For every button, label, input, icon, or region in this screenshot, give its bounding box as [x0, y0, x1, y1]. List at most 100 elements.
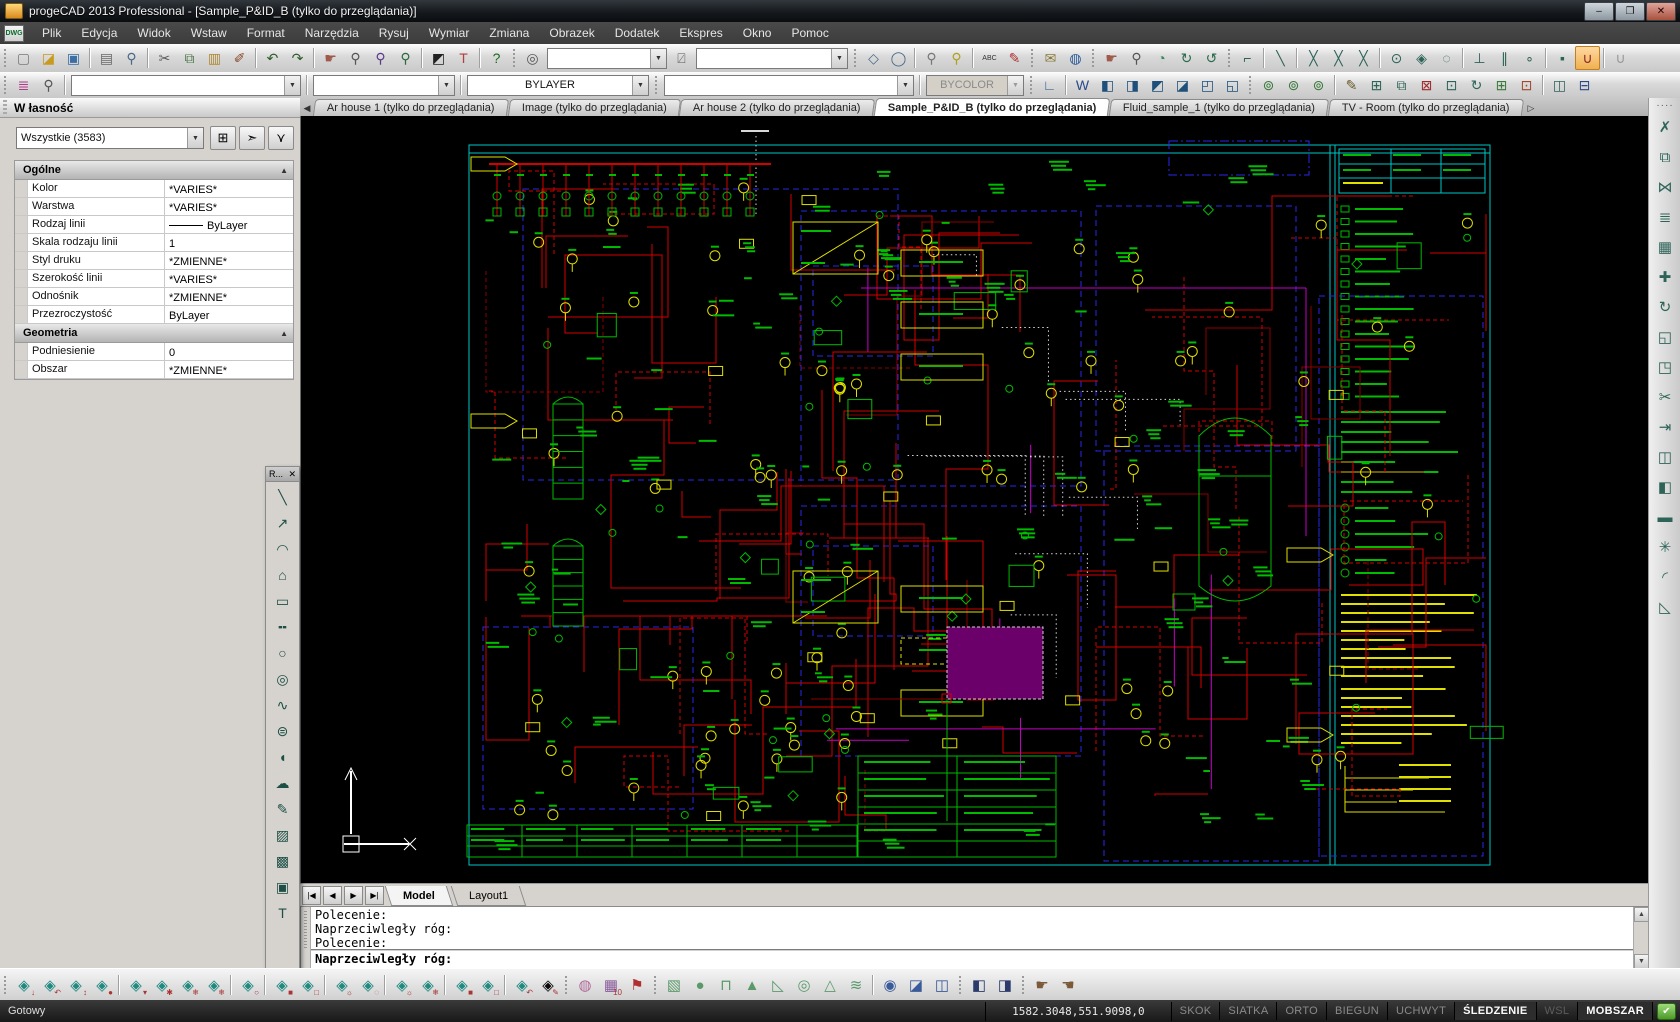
maximize-button[interactable]: ❐ — [1615, 2, 1645, 21]
osnap-quadrant-icon[interactable]: ◈ — [1409, 46, 1434, 70]
doc-tab[interactable]: TV - Room (tylko do przeglądania) — [1328, 99, 1524, 116]
view-bottom-icon[interactable]: ◱ — [1220, 73, 1245, 97]
view-se-iso-icon[interactable]: ◨ — [1120, 73, 1145, 97]
zoom2-icon[interactable]: ⚲ — [1124, 46, 1149, 70]
command-input[interactable]: Naprzeciwległy róg: — [311, 951, 1633, 969]
draw-ellipse-icon[interactable]: ⊜ — [266, 718, 299, 744]
etransmit-icon[interactable]: ✉ — [1038, 46, 1063, 70]
pan-icon[interactable]: ☛ — [318, 46, 343, 70]
osnap-parallel-icon[interactable]: ∥ — [1492, 46, 1517, 70]
lineweight-select[interactable]: ▼ — [664, 75, 914, 96]
redline-icon[interactable]: ✎ — [1002, 46, 1027, 70]
layer-thaw-icon[interactable]: ◈❄ — [201, 972, 227, 998]
solid-torus-icon[interactable]: ◎ — [791, 972, 817, 998]
view-sw-iso-icon[interactable]: ◧ — [1095, 73, 1120, 97]
draw-polygon-icon[interactable]: ⌂ — [266, 562, 299, 588]
status-ok-icon[interactable]: ✔ — [1657, 1003, 1676, 1020]
toolbar-grip[interactable] — [1029, 49, 1036, 67]
draw-sketch-icon[interactable]: ✎ — [266, 796, 299, 822]
toggle-siatka[interactable]: SIATKA — [1220, 1002, 1277, 1020]
layer-delete-icon[interactable]: ◈■ — [449, 972, 475, 998]
layer-previous-icon[interactable]: ◈↶ — [37, 972, 63, 998]
rotate-icon[interactable]: ↻ — [1652, 294, 1678, 320]
toggle-biegun[interactable]: BIEGUN — [1327, 1002, 1388, 1020]
layer-walk-icon[interactable]: ◈✱ — [149, 972, 175, 998]
chevron-down-icon[interactable]: ▼ — [632, 76, 648, 95]
drawing-canvas[interactable] — [300, 116, 1649, 883]
solid-wedge-icon[interactable]: ◺ — [765, 972, 791, 998]
rt-z-icon[interactable]: ↺ — [1199, 46, 1224, 70]
solid-helix-icon[interactable]: ≋ — [843, 972, 869, 998]
draw-hatch-icon[interactable]: ▨ — [266, 822, 299, 848]
mirror-dim-icon[interactable]: ⍁ — [669, 46, 694, 70]
doc-tab[interactable]: Ar house 1 (tylko do przeglądania) — [313, 99, 509, 116]
new-icon[interactable]: ▢ — [11, 46, 36, 70]
collapse-icon[interactable]: ▲ — [280, 166, 288, 175]
toggle-mobszar[interactable]: MOBSZAR — [1578, 1002, 1653, 1020]
menu-item-pomoc[interactable]: Pomoc — [781, 23, 838, 43]
mirror-icon[interactable]: ⋈ — [1652, 174, 1678, 200]
menu-item-ekspres[interactable]: Ekspres — [669, 23, 732, 43]
command-scrollbar[interactable]: ▲ ▼ — [1633, 907, 1649, 969]
xref-unload-icon[interactable]: ↻ — [1464, 73, 1489, 97]
toolbar-grip[interactable] — [511, 49, 518, 67]
osnap-insertion-icon[interactable]: ▪ — [1550, 46, 1575, 70]
release-icon[interactable]: ☚ — [1055, 972, 1081, 998]
command-window[interactable]: Polecenie:Naprzeciwległy róg:Polecenie: … — [300, 906, 1650, 970]
section-header-ogólne[interactable]: Ogólne▲ — [15, 161, 293, 180]
print-icon[interactable]: ▤ — [94, 46, 119, 70]
draw-circle-icon[interactable]: ○ — [266, 640, 299, 666]
layout-tab-model[interactable]: Model — [385, 886, 453, 906]
vcr-button-1[interactable]: ◀ — [323, 886, 342, 905]
circle-copies3-icon[interactable]: ⊚ — [1306, 73, 1331, 97]
linetype-select[interactable]: ▼ — [313, 75, 455, 96]
solid-box-icon[interactable]: ▧ — [661, 972, 687, 998]
layer-on-icon[interactable]: ◈☼ — [329, 972, 355, 998]
vcr-button-2[interactable]: ▶ — [344, 886, 363, 905]
subtract-icon[interactable]: ◪ — [903, 972, 929, 998]
chevron-down-icon[interactable]: ▼ — [1007, 76, 1023, 95]
layer-copy-icon[interactable]: ◈▾ — [123, 972, 149, 998]
layer-select[interactable]: ▼ — [71, 75, 301, 96]
draw-line-icon[interactable]: ╲ — [266, 484, 299, 510]
properties-panel-title[interactable]: W łasność — [0, 98, 300, 118]
extend-icon[interactable]: ⇥ — [1652, 414, 1678, 440]
toolbar-grip[interactable] — [1226, 49, 1233, 67]
join-icon[interactable]: ▬ — [1652, 504, 1678, 530]
title-bar[interactable]: progeCAD 2013 Professional - [Sample_P&I… — [0, 0, 1680, 22]
gradient-icon[interactable]: ◩ — [426, 46, 451, 70]
filter-button[interactable]: ⋎ — [268, 126, 294, 150]
layer-vp-thaw-icon[interactable]: ◈❄ — [415, 972, 441, 998]
toolbar-grip[interactable] — [852, 49, 859, 67]
xref-open-icon[interactable]: ⊡ — [1514, 73, 1539, 97]
toolbar-grip[interactable] — [2, 76, 9, 94]
save-icon[interactable]: ▣ — [61, 46, 86, 70]
property-value[interactable]: ByLayer — [165, 306, 293, 323]
bylayer-select[interactable]: BYLAYER▼ — [467, 75, 649, 96]
zoom-previous-icon[interactable]: ⚲ — [393, 46, 418, 70]
solid-sphere-icon[interactable]: ● — [687, 972, 713, 998]
xref-bind-icon[interactable]: ⊞ — [1489, 73, 1514, 97]
toolbar-grip[interactable] — [1247, 76, 1254, 94]
intersect-icon[interactable]: ◫ — [929, 972, 955, 998]
draw-rectangle-icon[interactable]: ▭ — [266, 588, 299, 614]
solid-cone-icon[interactable]: ▲ — [739, 972, 765, 998]
osnap-endpoint-icon[interactable]: ⌐ — [1235, 46, 1260, 70]
break-at-point-icon[interactable]: ◧ — [1652, 474, 1678, 500]
menu-item-wymiar[interactable]: Wymiar — [419, 23, 480, 43]
toolbar-grip[interactable] — [563, 976, 570, 994]
menu-item-widok[interactable]: Widok — [127, 23, 180, 43]
layer-explore-icon[interactable]: ⚲ — [36, 73, 61, 97]
layer-restore-icon[interactable]: ◈↶ — [509, 972, 535, 998]
osnap-settings-icon[interactable]: ∪ — [1575, 46, 1600, 70]
explode-icon[interactable]: ✳ — [1652, 534, 1678, 560]
layer-vp-freeze-icon[interactable]: ◈◌ — [355, 972, 381, 998]
osnap-clear-icon[interactable]: ∪ — [1608, 46, 1633, 70]
palette-title-bar[interactable]: R... ✕ — [266, 467, 299, 482]
select-cycle-icon[interactable]: ⚲ — [919, 46, 944, 70]
layout-tab-layout1[interactable]: Layout1 — [451, 886, 527, 906]
view-top-icon[interactable]: ◰ — [1195, 73, 1220, 97]
chevron-down-icon[interactable]: ▼ — [187, 128, 203, 148]
paste-icon[interactable]: ▥ — [202, 46, 227, 70]
break-icon[interactable]: ◫ — [1652, 444, 1678, 470]
